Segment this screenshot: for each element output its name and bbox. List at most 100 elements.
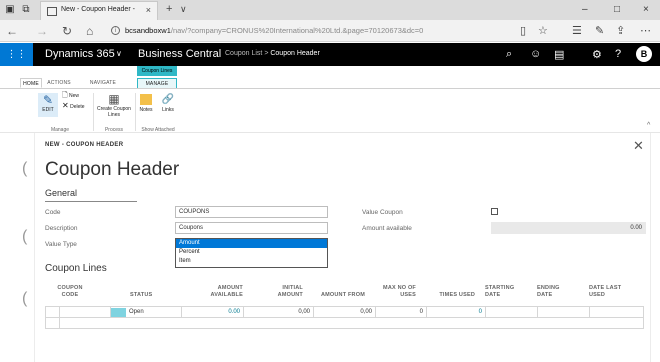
edit-button[interactable]: ✎ EDIT — [38, 93, 58, 117]
row-marker — [111, 308, 126, 317]
breadcrumb: Coupon List > Coupon Header — [225, 50, 320, 57]
notes-label: Notes — [139, 107, 153, 113]
ribbon-separator — [135, 93, 136, 131]
col-starting-date[interactable]: STARTING DATE — [485, 285, 525, 299]
browser-tab-active[interactable]: New - Coupon Header - × — [40, 1, 158, 20]
col-initial-amount[interactable]: INITIAL AMOUNT — [265, 285, 303, 299]
app-launcher-waffle-icon[interactable]: ⋮⋮ — [0, 43, 33, 66]
amount-available-label: Amount available — [362, 225, 412, 232]
screen: ▣ ⧉ New - Coupon Header - × + ∨ – □ × ← … — [0, 0, 660, 362]
amount-available-field: 0.00 — [491, 222, 646, 234]
search-icon[interactable]: ⌕ — [506, 48, 512, 61]
delete-label: Delete — [70, 104, 85, 110]
back-arrow-icon[interactable]: ← — [6, 24, 18, 38]
tab-list-chevron-icon[interactable]: ∨ — [180, 4, 187, 15]
reading-view-icon[interactable]: ▯ — [520, 24, 526, 37]
tab-home[interactable]: HOME — [20, 78, 42, 88]
link-chain-icon: 🔗 — [161, 94, 175, 105]
favorite-star-icon[interactable]: ☆ — [538, 24, 548, 37]
create-coupon-lines-button[interactable]: ▦ Create Coupon Lines — [95, 92, 133, 118]
browser-tab-strip: ▣ ⧉ New - Coupon Header - × + ∨ – □ × — [0, 0, 660, 20]
col-ending-date[interactable]: ENDING DATE — [537, 285, 573, 299]
coupon-lines-grid: Open 0.00 0,00 0,00 0 0 — [45, 306, 644, 331]
background-page-edge: ( — [22, 290, 28, 307]
delete-x-icon: ✕ — [62, 101, 69, 110]
avatar[interactable]: B — [636, 46, 652, 62]
code-field[interactable]: COUPONS — [175, 206, 328, 218]
col-status[interactable]: STATUS — [130, 292, 170, 299]
edit-label: EDIT — [42, 107, 54, 113]
row-selector[interactable] — [46, 318, 60, 329]
product-chevron-icon[interactable]: ∨ — [116, 49, 122, 58]
favorites-hub-icon[interactable]: ☰ — [572, 24, 582, 37]
window-maximize-button[interactable]: □ — [614, 4, 620, 15]
share-icon[interactable]: ⇪ — [616, 24, 625, 37]
url-host: bcsandboxw1 — [125, 26, 171, 35]
col-amount-from[interactable]: AMOUNT FROM — [313, 292, 365, 299]
tab-close-icon[interactable]: × — [146, 5, 151, 15]
value-type-option-amount[interactable]: Amount — [176, 239, 327, 248]
app-bar: ⋮⋮ Dynamics 365 ∨ Business Central Coupo… — [0, 43, 660, 66]
tab-manage[interactable]: MANAGE — [137, 78, 177, 88]
delete-button[interactable]: ✕ Delete — [62, 101, 85, 111]
ribbon-body: ✎ EDIT 🗋 New ✕ Delete Manage ▦ Create Co… — [0, 88, 660, 133]
new-label: New — [69, 93, 80, 99]
tab-title: New - Coupon Header - — [61, 6, 135, 13]
description-field[interactable]: Coupons — [175, 222, 328, 234]
ribbon-separator — [93, 93, 94, 131]
value-type-dropdown[interactable]: Amount Percent Item — [175, 238, 328, 268]
lines-sheet-icon: ▦ — [108, 92, 120, 106]
home-icon[interactable]: ⌂ — [86, 24, 93, 38]
general-fasttab-header[interactable]: General — [45, 188, 77, 198]
links-label: Links — [162, 107, 174, 113]
set-aside-tabs-icon[interactable]: ⧉ — [20, 4, 32, 16]
breadcrumb-parent[interactable]: Coupon List — [225, 50, 262, 57]
breadcrumb-separator: > — [264, 50, 269, 57]
app-name[interactable]: Business Central — [138, 48, 221, 60]
collapse-ribbon-chevron-icon[interactable]: ^ — [647, 122, 650, 129]
col-coupon-code[interactable]: COUPON CODE — [55, 285, 85, 299]
code-label: Code — [45, 209, 61, 216]
product-name[interactable]: Dynamics 365 — [45, 48, 115, 60]
window-close-button[interactable]: × — [643, 4, 649, 15]
description-label: Description — [45, 225, 78, 232]
col-amount-available[interactable]: AMOUNT AVAILABLE — [195, 285, 243, 299]
url-field[interactable]: bcsandboxw1/nav/?company=CRONUS%20Intern… — [125, 26, 423, 35]
pen-notes-icon[interactable]: ✎ — [595, 24, 604, 37]
links-button[interactable]: 🔗 Links — [160, 93, 176, 113]
col-max-no-of-uses[interactable]: MAX NO OF USES — [380, 285, 416, 299]
forward-arrow-icon[interactable]: → — [36, 24, 48, 38]
coupon-header-card: NEW - COUPON HEADER ✕ Coupon Header Gene… — [35, 133, 650, 362]
table-row[interactable] — [45, 317, 644, 329]
browser-address-bar: ← → ↻ ⌂ i bcsandboxw1/nav/?company=CRONU… — [0, 20, 660, 42]
value-coupon-checkbox[interactable] — [491, 208, 498, 215]
dialog-caption: NEW - COUPON HEADER — [45, 142, 124, 148]
pencil-icon: ✎ — [42, 93, 54, 107]
more-dots-icon[interactable]: ⋯ — [640, 24, 651, 37]
col-date-last-used[interactable]: DATE LAST USED — [589, 285, 633, 299]
new-tab-button[interactable]: + — [166, 3, 172, 15]
value-type-label: Value Type — [45, 241, 77, 248]
site-info-icon[interactable]: i — [111, 26, 120, 35]
window-minimize-button[interactable]: – — [582, 4, 588, 15]
url-path: /nav/?company=CRONUS%20International%20L… — [170, 26, 424, 35]
gear-icon[interactable]: ⚙ — [592, 48, 602, 61]
notes-button[interactable]: Notes — [138, 93, 154, 113]
close-icon[interactable]: ✕ — [633, 138, 644, 154]
notifications-icon[interactable]: ▤ — [554, 48, 564, 61]
refresh-icon[interactable]: ↻ — [62, 24, 72, 38]
new-button[interactable]: 🗋 New — [62, 92, 80, 99]
value-type-option-percent[interactable]: Percent — [176, 248, 327, 257]
tab-navigate[interactable]: NAVIGATE — [76, 78, 130, 88]
col-times-used[interactable]: TIMES USED — [431, 292, 475, 299]
page-favicon-icon — [47, 7, 57, 16]
tab-preview-icon[interactable]: ▣ — [4, 4, 16, 16]
background-page-edge: ( — [22, 228, 28, 245]
value-coupon-label: Value Coupon — [362, 209, 403, 216]
page-title: Coupon Header — [45, 159, 180, 180]
tab-actions[interactable]: ACTIONS — [44, 78, 74, 88]
help-icon[interactable]: ? — [615, 48, 621, 60]
smiley-feedback-icon[interactable]: ☺ — [530, 48, 541, 60]
value-type-option-item[interactable]: Item — [176, 257, 327, 266]
breadcrumb-current: Coupon Header — [270, 50, 320, 57]
